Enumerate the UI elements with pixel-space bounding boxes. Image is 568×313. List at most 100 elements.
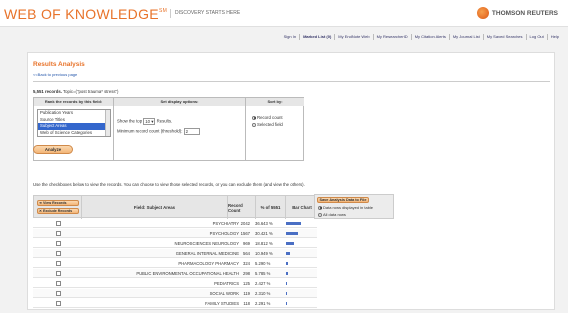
nav-item-log-out[interactable]: Log Out: [525, 34, 547, 40]
nav-item-my-journal-list[interactable]: My Journal List: [448, 34, 483, 40]
page-title: Results Analysis: [33, 61, 85, 68]
percent-cell: 2.291 %: [255, 301, 271, 306]
nav-item-my-citation-alerts[interactable]: My Citation Alerts: [410, 34, 449, 40]
show-top-select[interactable]: 10 ▾: [143, 118, 156, 125]
row-checkbox[interactable]: [56, 251, 61, 256]
save-displayed-rows-label: Data rows displayed in table: [323, 205, 374, 210]
table-row: PSYCHOLOGY 1567 30.421 %: [33, 229, 317, 238]
listbox-option[interactable]: Web of Science Categories: [38, 130, 110, 137]
table-row: PSYCHIATRY 2042 36.643 %: [33, 219, 317, 228]
row-checkbox[interactable]: [56, 281, 61, 286]
bar-chart-bar: [286, 222, 301, 225]
brand-text: THOMSON REUTERS: [491, 9, 558, 17]
save-option-all-rows[interactable]: All data rows: [318, 212, 346, 217]
bar-chart-bar: [286, 242, 294, 245]
row-checkbox[interactable]: [56, 261, 61, 266]
actions-header: ➔ View Records ✕ Exclude Records: [34, 196, 82, 219]
rank-field-listbox[interactable]: Publication Years Source Titles Subject Ar…: [37, 109, 111, 137]
divider: [33, 81, 550, 82]
record-count-cell: 324: [243, 261, 250, 266]
thomson-reuters-logo: THOMSON REUTERS: [476, 7, 558, 19]
table-row: NEUROSCIENCES NEUROLOGY 969 18.812 %: [33, 239, 317, 248]
x-icon: ✕: [39, 209, 43, 213]
exclude-records-button[interactable]: ✕ Exclude Records: [37, 208, 79, 214]
save-analysis-button[interactable]: Save Analysis Data to File: [317, 197, 369, 203]
records-query: Topic=("post trauma* stress"): [61, 89, 119, 94]
table-row: PUBLIC ENVIRONMENTAL OCCUPATIONAL HEALTH…: [33, 269, 317, 278]
percent-cell: 36.643 %: [255, 221, 273, 226]
radio-unselected[interactable]: [252, 122, 256, 127]
record-count-cell: 564: [243, 251, 250, 256]
record-count-cell: 1567: [240, 231, 250, 236]
listbox-scrollbar[interactable]: [105, 110, 110, 136]
nav-item-my-endnote-web[interactable]: My EndNote Web: [334, 34, 372, 40]
table-row: PHARMACOLOGY PHARMACY 324 5.290 %: [33, 259, 317, 268]
thomson-reuters-icon: [476, 7, 489, 19]
analysis-options: Rank the records by this field: Set disp…: [33, 97, 304, 161]
show-top-row: Show the top 10 ▾ Results.: [117, 118, 172, 125]
bar-chart-bar: [286, 282, 287, 285]
percent-cell: 10.949 %: [255, 251, 273, 256]
exclude-records-label: Exclude Records: [43, 209, 73, 213]
row-checkbox[interactable]: [56, 291, 61, 296]
nav-item-my-researcherid[interactable]: My ResearcherID: [372, 34, 411, 40]
arrow-right-icon: ➔: [39, 201, 43, 205]
record-count-header: Record Count: [228, 196, 256, 219]
sort-option-selected-field[interactable]: Selected field: [252, 122, 283, 127]
percent-cell: 2.427 %: [255, 281, 271, 286]
sort-record-count-label: Record count: [257, 115, 283, 120]
analyze-button[interactable]: Analyze: [33, 145, 73, 154]
bar-chart-bar: [286, 302, 287, 305]
sort-by-header: Sort by:: [246, 98, 304, 106]
field-subject-header: Field: Subject Areas: [82, 196, 228, 219]
table-row: PEDIATRICS 125 2.427 %: [33, 279, 317, 288]
sort-option-record-count[interactable]: Record count: [252, 115, 283, 120]
min-count-label: Minimum record count (threshold):: [117, 128, 183, 134]
logo-trademark: SM: [158, 8, 168, 14]
results-label: Results.: [156, 118, 173, 124]
row-checkbox[interactable]: [56, 301, 61, 306]
bar-chart-bar: [286, 252, 291, 255]
rank-field-header: Rank the records by this field:: [34, 98, 114, 106]
row-checkbox[interactable]: [56, 241, 61, 246]
percent-cell: 5.290 %: [255, 261, 271, 266]
back-to-previous-link[interactable]: <<Back to previous page: [33, 72, 77, 77]
results-table-header: ➔ View Records ✕ Exclude Records Field: …: [33, 195, 317, 219]
nav-item-sign-in[interactable]: Sign In: [281, 34, 299, 40]
web-of-knowledge-logo[interactable]: WEB OF KNOWLEDGESM: [4, 6, 167, 22]
record-count-cell: 125: [243, 281, 250, 286]
bar-chart-bar: [286, 262, 289, 265]
record-count-cell: 118: [243, 301, 250, 306]
row-checkbox[interactable]: [56, 231, 61, 236]
save-analysis-box: Save Analysis Data to File Data rows dis…: [314, 194, 394, 219]
min-count-input[interactable]: 2: [183, 128, 200, 135]
radio-selected[interactable]: [318, 205, 322, 210]
chevron-down-icon: ▾: [151, 119, 154, 124]
nav-item-help[interactable]: Help: [546, 34, 562, 40]
save-option-displayed-rows[interactable]: Data rows displayed in table: [318, 205, 373, 210]
tagline: DISCOVERY STARTS HERE: [170, 9, 240, 18]
table-row: GENERAL INTERNAL MEDICINE 564 10.949 %: [33, 249, 317, 258]
row-checkbox[interactable]: [56, 221, 61, 226]
view-records-label: View Records: [43, 201, 67, 205]
bar-chart-bar: [286, 292, 287, 295]
record-count-cell: 298: [243, 271, 250, 276]
radio-selected[interactable]: [252, 115, 256, 120]
show-top-value: 10: [145, 119, 151, 124]
nav-item-my-saved-searches[interactable]: My Saved Searches: [482, 34, 526, 40]
percent-cell: 18.812 %: [255, 241, 273, 246]
percent-header: % of 5551: [256, 196, 286, 219]
record-count-cell: 119: [243, 291, 250, 296]
site-header: WEB OF KNOWLEDGESM DISCOVERY STARTS HERE…: [0, 0, 568, 27]
percent-cell: 5.785 %: [255, 271, 271, 276]
percent-cell: 2.310 %: [255, 291, 271, 296]
table-row: SOCIAL WORK 119 2.310 %: [33, 289, 317, 298]
min-count-row: Minimum record count (threshold): 2: [117, 128, 200, 135]
bar-chart-bar: [286, 272, 289, 275]
row-checkbox[interactable]: [56, 271, 61, 276]
nav-item-marked-list-0[interactable]: Marked List (0): [299, 34, 334, 40]
radio-unselected[interactable]: [318, 212, 322, 217]
display-options-column: Show the top 10 ▾ Results. Minimum recor…: [114, 106, 246, 160]
percent-cell: 30.421 %: [255, 231, 273, 236]
view-records-button[interactable]: ➔ View Records: [37, 200, 79, 206]
